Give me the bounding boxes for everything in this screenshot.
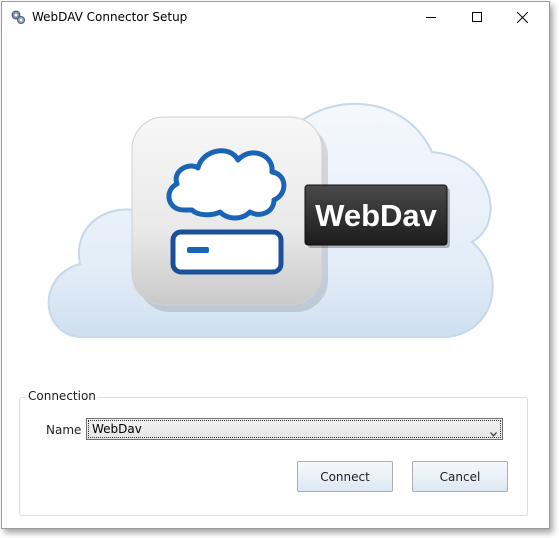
name-dropdown[interactable]: WebDav xyxy=(86,418,503,440)
minimize-icon xyxy=(426,12,436,22)
name-dropdown-value: WebDav xyxy=(92,422,142,436)
connection-legend: Connection xyxy=(26,389,98,403)
maximize-icon xyxy=(472,12,482,22)
cancel-button[interactable]: Cancel xyxy=(412,461,508,492)
window-title: WebDAV Connector Setup xyxy=(32,10,188,24)
chevron-down-icon xyxy=(490,426,497,440)
title-bar[interactable]: WebDAV Connector Setup xyxy=(2,2,549,32)
webdav-logo-text: WebDav xyxy=(315,198,438,233)
close-icon xyxy=(516,11,528,23)
app-gear-icon xyxy=(10,9,26,25)
connect-button[interactable]: Connect xyxy=(297,461,393,492)
focus-outline xyxy=(88,420,501,438)
server-icon xyxy=(170,229,284,275)
maximize-button[interactable] xyxy=(454,2,500,32)
setup-window: WebDAV Connector Setup WebDav Connection… xyxy=(1,1,550,529)
connection-group: Connection Name WebDav Connect Cancel xyxy=(19,389,528,516)
webdav-hero-image: WebDav xyxy=(2,32,549,372)
webdav-logo-badge: WebDav xyxy=(304,184,450,248)
minimize-button[interactable] xyxy=(408,2,454,32)
name-label: Name xyxy=(46,423,82,437)
close-button[interactable] xyxy=(499,2,545,32)
